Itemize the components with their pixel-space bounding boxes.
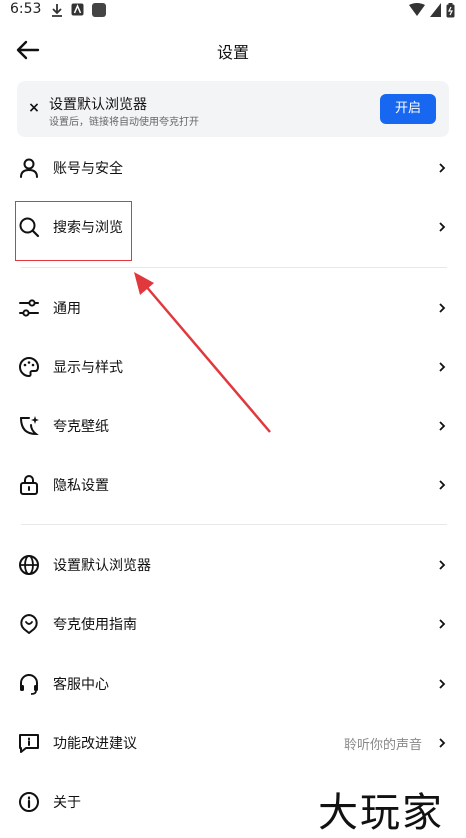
close-icon[interactable]: ×: [25, 99, 43, 117]
menu-item-account-security[interactable]: 账号与安全: [0, 143, 466, 193]
menu-item-label: 设置默认浏览器: [53, 558, 151, 574]
menu-item-customer-service[interactable]: 客服中心: [0, 659, 466, 709]
wifi-icon: [409, 3, 425, 16]
highlight-box: [15, 201, 132, 261]
user-icon: [20, 158, 38, 178]
chevron-right-icon: [439, 738, 446, 748]
menu-item-label: 通用: [53, 301, 81, 317]
chevron-right-icon: [439, 480, 446, 490]
wallpaper-icon: [20, 416, 39, 436]
menu-item-label: 客服中心: [53, 677, 109, 693]
menu-item-privacy[interactable]: 隐私设置: [0, 460, 466, 510]
menu-item-feedback[interactable]: 功能改进建议 聆听你的声音: [0, 718, 466, 768]
globe-icon: [19, 555, 39, 575]
download-icon: [52, 4, 62, 17]
divider: [21, 524, 447, 525]
app-notification-icon: [71, 3, 84, 16]
chevron-right-icon: [439, 303, 446, 313]
status-time: 6:53: [10, 1, 42, 17]
chevron-right-icon: [439, 619, 446, 629]
sliders-icon: [19, 299, 39, 317]
watermark: 大玩家: [318, 790, 444, 836]
menu-item-label: 夸克壁纸: [53, 419, 109, 435]
menu-item-general[interactable]: 通用: [0, 283, 466, 333]
chevron-right-icon: [439, 163, 446, 173]
battery-icon: [446, 3, 455, 18]
page-title: 设置: [216, 43, 249, 62]
chevron-right-icon: [439, 421, 446, 431]
lock-icon: [20, 475, 38, 495]
header: 设置: [0, 30, 466, 70]
palette-icon: [19, 356, 40, 378]
menu-item-label: 关于: [53, 795, 81, 811]
menu-item-label: 显示与样式: [53, 360, 123, 376]
chevron-right-icon: [439, 362, 446, 372]
chevron-right-icon: [439, 222, 446, 232]
menu-item-display-style[interactable]: 显示与样式: [0, 342, 466, 392]
app-square-icon: [92, 3, 106, 17]
info-icon: [19, 792, 39, 812]
menu-item-label: 隐私设置: [53, 478, 109, 494]
menu-item-user-guide[interactable]: 夸克使用指南: [0, 599, 466, 649]
chevron-right-icon: [439, 679, 446, 689]
menu-item-value: 聆听你的声音: [343, 738, 422, 753]
menu-item-label: 账号与安全: [53, 161, 123, 177]
guide-icon: [20, 614, 38, 634]
banner-subtitle: 设置后，链接将自动使用夸克打开: [49, 117, 199, 128]
banner-title: 设置默认浏览器: [49, 97, 147, 113]
divider: [21, 267, 447, 268]
menu-item-label: 功能改进建议: [53, 736, 137, 752]
signal-icon: [430, 3, 441, 17]
menu-item-label: 夸克使用指南: [53, 617, 137, 633]
menu-item-default-browser[interactable]: 设置默认浏览器: [0, 540, 466, 590]
enable-default-browser-button[interactable]: 开启: [380, 94, 436, 124]
chevron-right-icon: [439, 560, 446, 570]
headset-icon: [20, 674, 38, 695]
feedback-icon: [19, 734, 39, 753]
menu-item-wallpaper[interactable]: 夸克壁纸: [0, 401, 466, 451]
default-browser-banner: × 设置默认浏览器 设置后，链接将自动使用夸克打开 开启: [17, 81, 449, 137]
status-bar: 6:53: [0, 0, 466, 22]
